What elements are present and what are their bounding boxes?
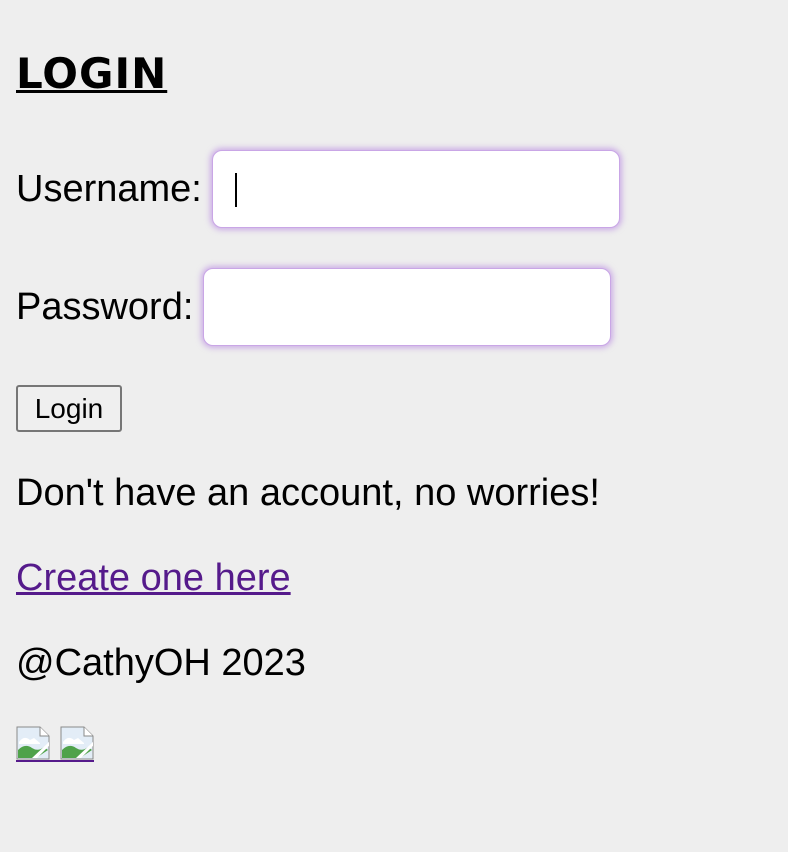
password-label: Password: (16, 286, 194, 328)
copyright-text: @CathyOH 2023 (16, 642, 306, 684)
login-button[interactable]: Login (16, 385, 122, 432)
username-label: Username: (16, 168, 202, 210)
page-title: LOGIN (16, 49, 168, 98)
text-caret (234, 173, 237, 207)
username-row: Username: (16, 150, 620, 228)
link-gap (50, 726, 60, 762)
username-input[interactable] (211, 150, 620, 228)
footer-image-link-1[interactable] (16, 726, 50, 762)
password-row: Password: (16, 268, 612, 346)
broken-image-icon (60, 726, 94, 760)
broken-image-icon (16, 726, 50, 760)
footer-image-links (16, 726, 94, 762)
footer-image-link-2[interactable] (60, 726, 94, 762)
signup-prompt: Don't have an account, no worries! (16, 472, 600, 514)
create-account-link[interactable]: Create one here (16, 553, 291, 603)
password-input[interactable] (203, 268, 612, 346)
